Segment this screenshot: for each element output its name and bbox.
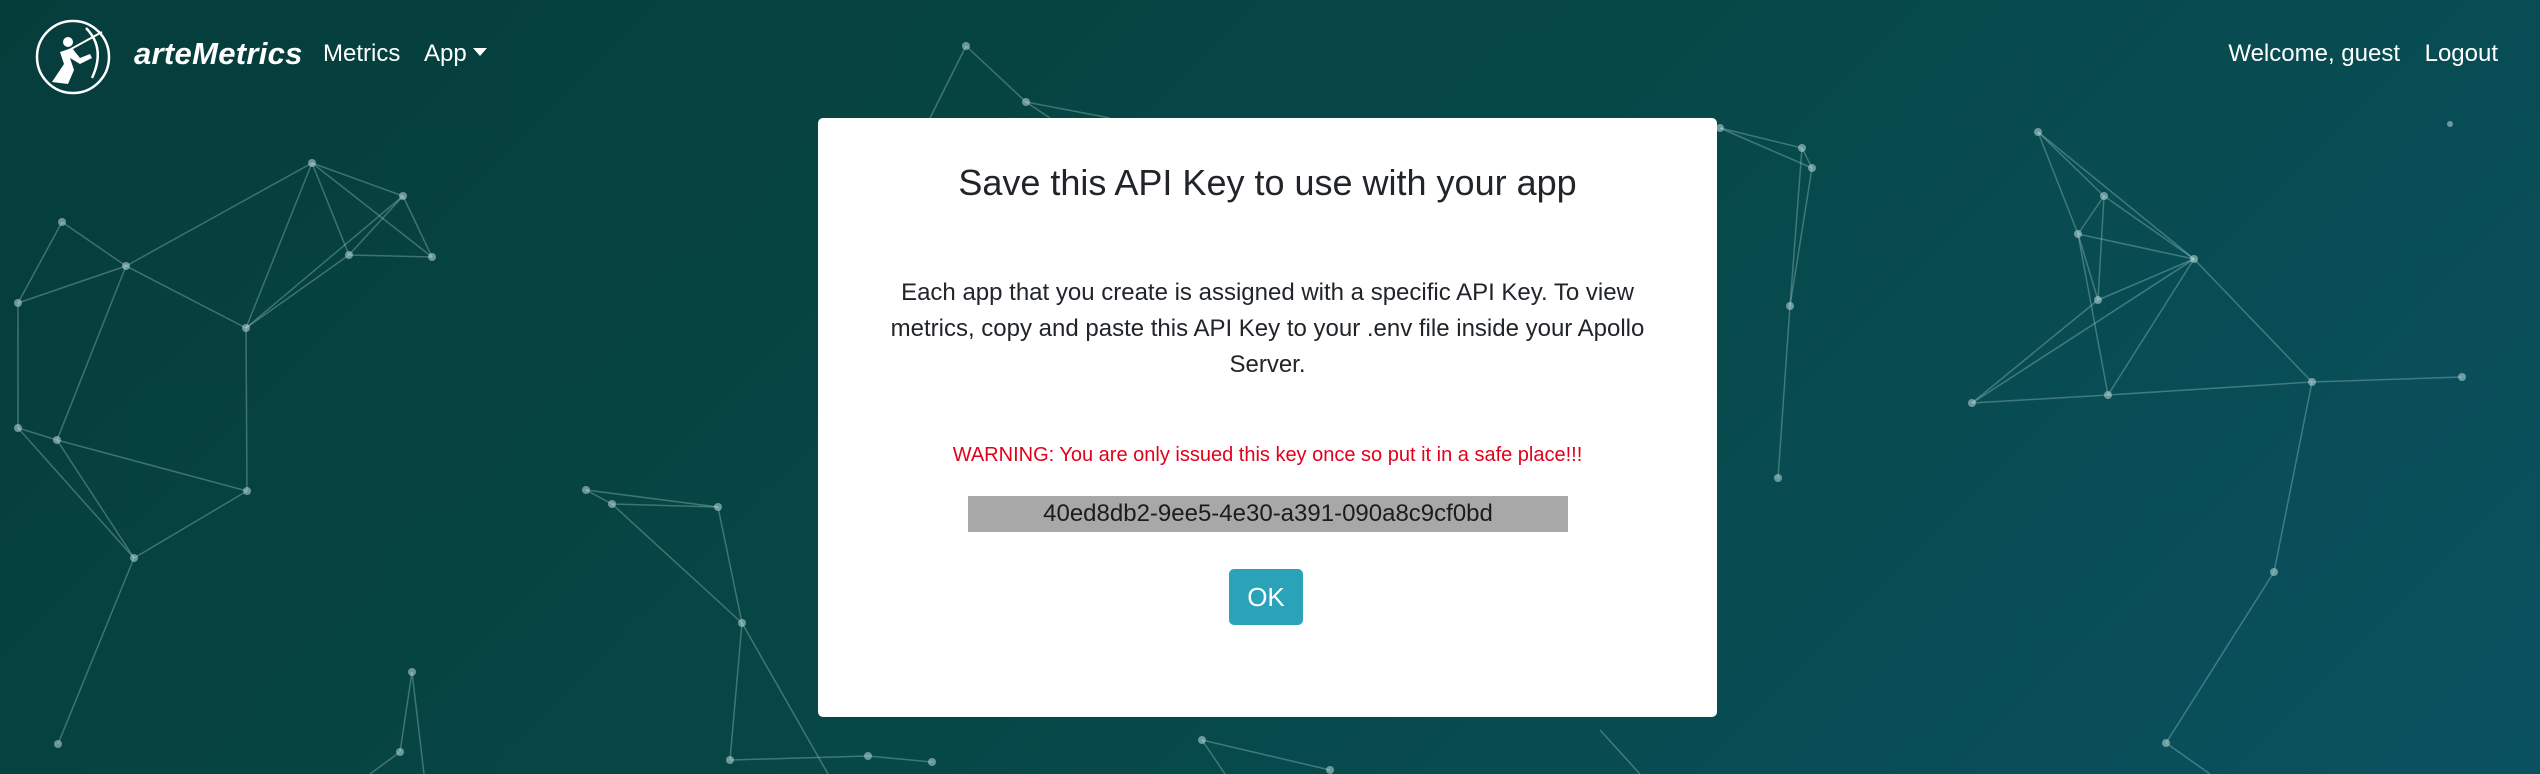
ok-button[interactable]: OK bbox=[1229, 569, 1303, 625]
nav-metrics-link[interactable]: Metrics bbox=[323, 40, 400, 68]
caret-down-icon bbox=[472, 47, 487, 56]
brand-name[interactable]: arteMetrics bbox=[134, 36, 303, 72]
navbar: arteMetrics Metrics App Welcome, guest L… bbox=[0, 0, 2540, 112]
api-key-modal: Save this API Key to use with your app E… bbox=[818, 118, 1717, 717]
nav-app-dropdown[interactable]: App bbox=[424, 40, 487, 68]
modal-description: Each app that you create is assigned wit… bbox=[890, 279, 1645, 378]
warning-text: WARNING: You are only issued this key on… bbox=[952, 444, 1583, 466]
archer-logo-icon[interactable] bbox=[34, 18, 112, 96]
logout-link[interactable]: Logout bbox=[2425, 40, 2498, 68]
welcome-text: Welcome, guest bbox=[2228, 40, 2400, 67]
modal-title: Save this API Key to use with your app bbox=[958, 162, 1577, 203]
api-key-display[interactable]: 40ed8db2-9ee5-4e30-a391-090a8c9cf0bd bbox=[968, 496, 1568, 532]
nav-app-label: App bbox=[424, 40, 467, 67]
